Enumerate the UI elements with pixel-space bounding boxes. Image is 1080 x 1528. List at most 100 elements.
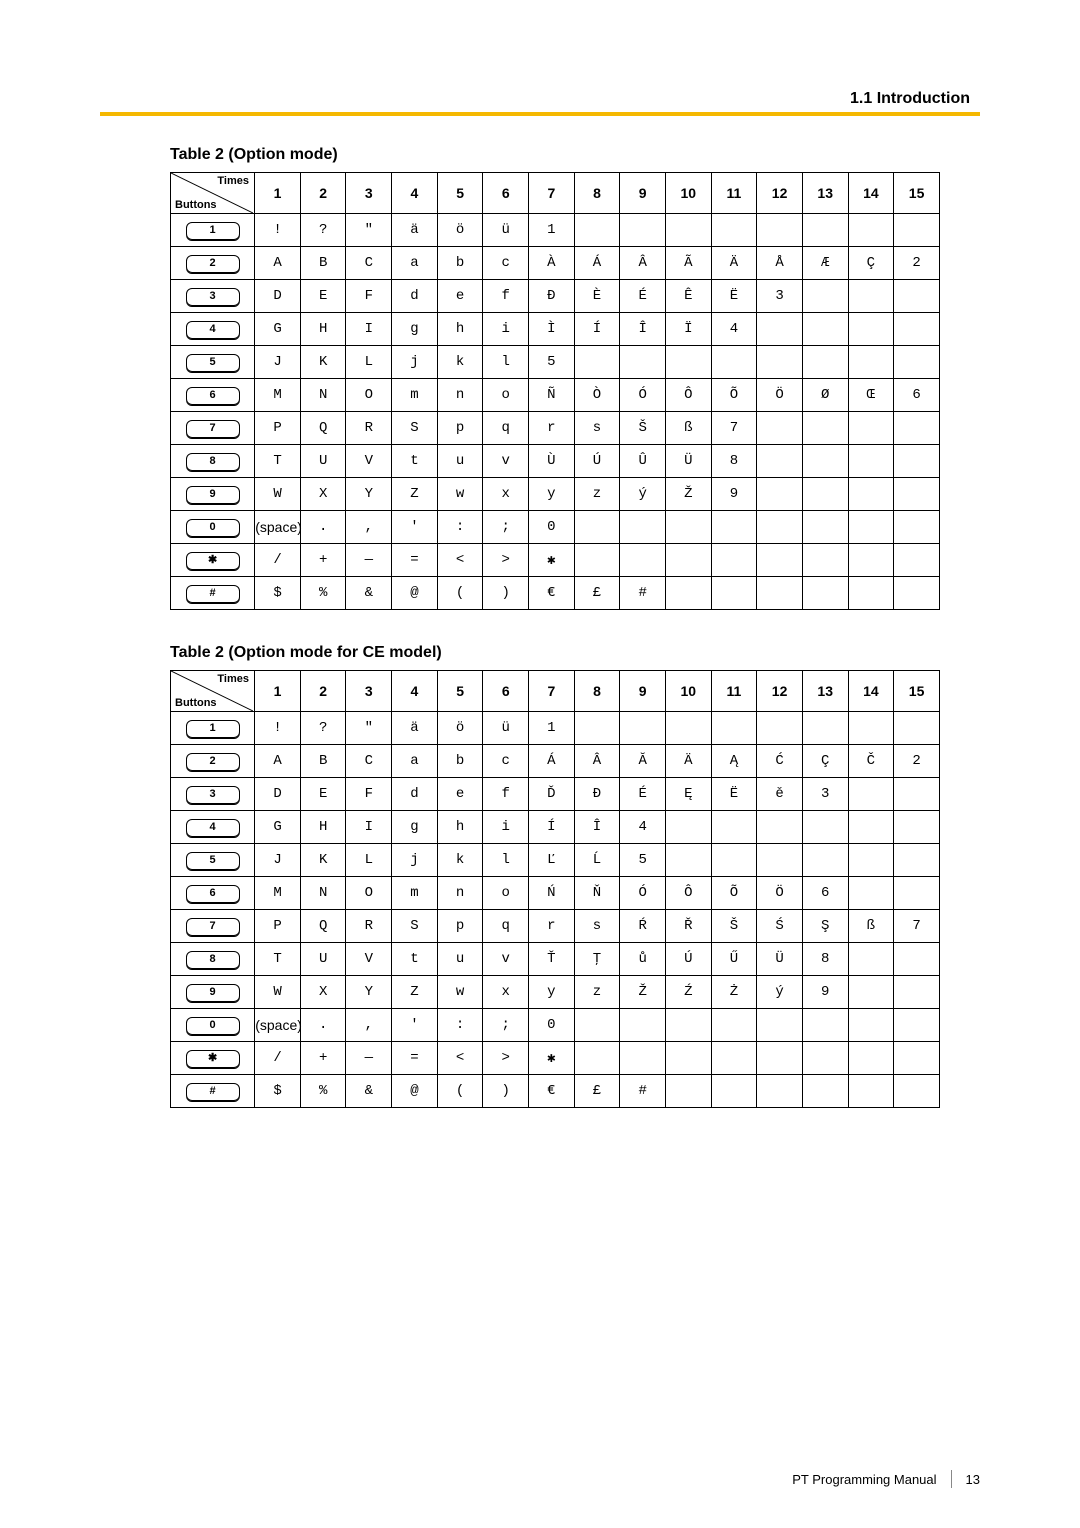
char-cell [848,712,894,745]
char-cell: > [483,544,529,577]
char-cell: Ú [574,445,620,478]
char-cell: K [300,844,346,877]
char-cell: l [483,346,529,379]
char-cell: Ű [711,943,757,976]
char-cell [802,445,848,478]
column-header: 3 [346,671,392,712]
column-header: 9 [620,173,666,214]
char-cell [757,844,803,877]
char-cell [894,976,940,1009]
char-cell: ( [437,577,483,610]
char-cell: 1 [529,712,575,745]
table-row: 1!?"äöü1 [171,214,940,247]
char-cell: Ĺ [574,844,620,877]
char-cell: Ó [620,877,666,910]
char-cell [848,478,894,511]
char-cell: # [620,1075,666,1108]
table-1-title: Table 2 (Option mode) [170,146,940,164]
button-cell: ✱ [171,544,255,577]
char-cell: Ź [665,976,711,1009]
char-cell: K [300,346,346,379]
keypad-button-icon: 6 [186,387,240,405]
keypad-button-icon: 2 [186,255,240,273]
char-cell: r [529,910,575,943]
char-cell [894,412,940,445]
char-cell [802,346,848,379]
button-cell: 9 [171,478,255,511]
char-cell: G [255,811,301,844]
button-cell: 0 [171,1009,255,1042]
char-cell: Č [848,745,894,778]
char-cell [757,1009,803,1042]
char-cell: n [437,877,483,910]
table-2-title: Table 2 (Option mode for CE model) [170,644,940,662]
char-cell: Õ [711,379,757,412]
char-cell [802,511,848,544]
char-cell: x [483,478,529,511]
char-cell: Z [392,976,438,1009]
char-cell: X [300,478,346,511]
char-cell: m [392,877,438,910]
char-cell [802,214,848,247]
char-cell: f [483,280,529,313]
char-cell: & [346,577,392,610]
char-cell [665,712,711,745]
page: 1.1 Introduction Table 2 (Option mode) T… [0,0,1080,1528]
char-cell: . [300,1009,346,1042]
char-cell: b [437,247,483,280]
keypad-button-icon: 6 [186,885,240,903]
button-cell: 7 [171,910,255,943]
char-cell: Ò [574,379,620,412]
char-cell: u [437,445,483,478]
char-cell: " [346,214,392,247]
char-cell: — [346,544,392,577]
table-row: 5JKLjkl5 [171,346,940,379]
char-cell: X [300,976,346,1009]
table-row: 1!?"äöü1 [171,712,940,745]
char-cell: I [346,313,392,346]
char-cell: g [392,313,438,346]
char-cell: Y [346,478,392,511]
keypad-button-icon: 4 [186,819,240,837]
char-cell [848,778,894,811]
char-cell: Q [300,910,346,943]
char-cell: ) [483,1075,529,1108]
char-cell: Ľ [529,844,575,877]
char-cell: A [255,745,301,778]
char-cell: = [392,544,438,577]
char-cell [894,877,940,910]
char-cell: € [529,1075,575,1108]
char-cell: ? [300,214,346,247]
char-cell: k [437,844,483,877]
button-cell: 5 [171,844,255,877]
table-2-wrap: Table 2 (Option mode for CE model) Times… [170,644,940,1108]
char-cell: Ô [665,379,711,412]
char-cell [894,844,940,877]
char-cell: G [255,313,301,346]
char-cell: l [483,844,529,877]
char-cell: S [392,412,438,445]
char-cell: D [255,778,301,811]
char-cell [665,1042,711,1075]
char-cell [757,811,803,844]
char-cell: T [255,445,301,478]
char-cell [848,577,894,610]
char-cell: Ï [665,313,711,346]
char-cell [894,214,940,247]
column-header: 15 [894,173,940,214]
column-header: 3 [346,173,392,214]
section-title: 1.1 Introduction [100,90,980,112]
char-cell: Ä [665,745,711,778]
keypad-button-icon: 5 [186,852,240,870]
column-header: 8 [574,671,620,712]
char-cell: 2 [894,247,940,280]
char-cell: É [620,280,666,313]
char-cell: Æ [802,247,848,280]
char-cell: k [437,346,483,379]
char-cell: i [483,313,529,346]
table-row: 4GHIghiÍÎ4 [171,811,940,844]
table-row: #$%&@()€£# [171,577,940,610]
button-cell: 1 [171,712,255,745]
char-cell [711,511,757,544]
char-cell: Ñ [529,379,575,412]
